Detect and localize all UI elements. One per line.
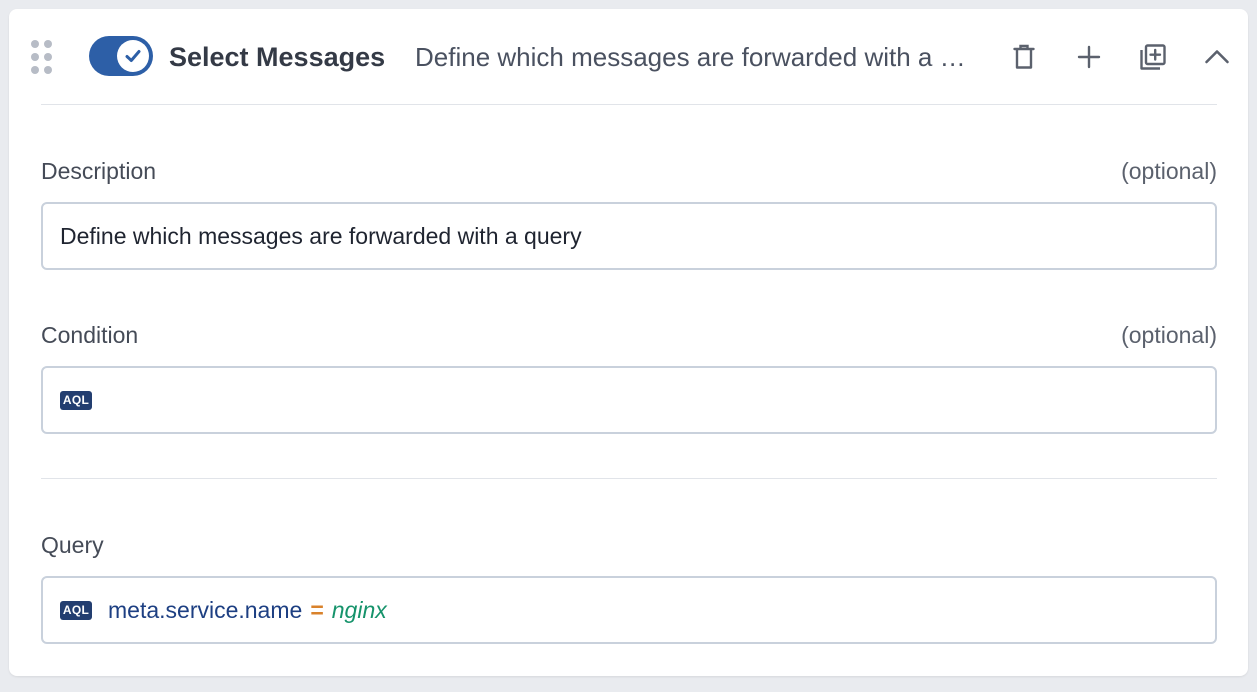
collapse-button[interactable] <box>1199 39 1235 75</box>
query-value-token: nginx <box>331 596 387 623</box>
aql-badge-icon: AQL <box>60 390 92 410</box>
condition-label: Condition <box>41 322 139 348</box>
condition-optional: (optional) <box>1121 322 1217 348</box>
aql-badge-icon: AQL <box>60 600 92 620</box>
card-header[interactable]: Select Messages Define which messages ar… <box>9 9 1248 105</box>
section-divider <box>41 478 1217 479</box>
plus-icon <box>1077 45 1101 69</box>
drag-handle-icon[interactable] <box>31 40 53 74</box>
condition-input[interactable]: AQL <box>41 366 1217 434</box>
duplicate-icon <box>1140 44 1166 70</box>
add-button[interactable] <box>1071 39 1107 75</box>
delete-button[interactable] <box>1006 39 1042 75</box>
check-icon <box>117 40 149 72</box>
duplicate-button[interactable] <box>1135 39 1171 75</box>
query-input[interactable]: AQL meta.service.name = nginx <box>41 576 1217 644</box>
query-field-token: meta.service.name <box>108 596 303 623</box>
description-input[interactable]: Define which messages are forwarded with… <box>41 202 1217 270</box>
chevron-up-icon <box>1205 50 1229 64</box>
trash-icon <box>1013 44 1035 69</box>
description-label: Description <box>41 158 157 184</box>
description-value: Define which messages are forwarded with… <box>60 222 582 249</box>
header-divider <box>41 104 1217 105</box>
query-operator-token: = <box>310 596 324 623</box>
enabled-toggle[interactable] <box>89 36 153 76</box>
card-title: Select Messages <box>169 42 386 72</box>
card-summary: Define which messages are forwarded with… <box>415 42 967 72</box>
query-label: Query <box>41 532 104 558</box>
description-optional: (optional) <box>1121 158 1217 184</box>
processor-card: Select Messages Define which messages ar… <box>9 9 1248 676</box>
